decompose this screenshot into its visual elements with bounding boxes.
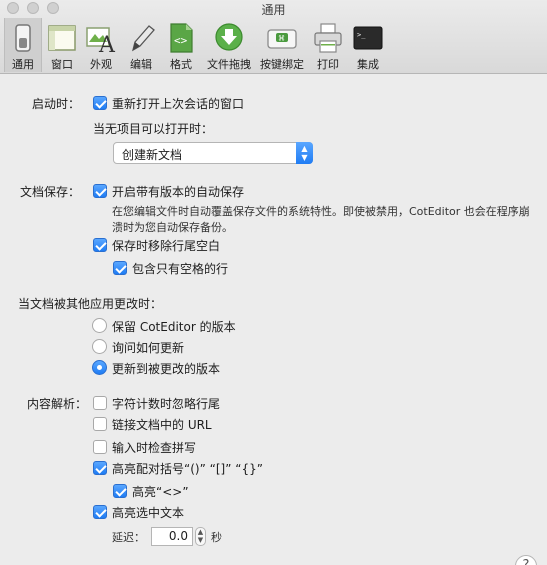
delay-input[interactable]: 0.0 xyxy=(151,527,193,546)
tab-print[interactable]: 打印 xyxy=(310,18,346,72)
terminal-icon: >_ xyxy=(353,26,383,50)
update-to-changed-version-radio[interactable] xyxy=(92,360,107,375)
tab-edit-label: 编辑 xyxy=(130,58,152,71)
ask-how-to-update-label: 询问如何更新 xyxy=(112,341,185,355)
external-change-section-label: 当文档被其他应用更改时： xyxy=(18,297,163,311)
download-arrow-icon xyxy=(215,23,243,51)
ignore-line-endings-checkbox[interactable] xyxy=(93,396,107,410)
tab-window[interactable]: 窗口 xyxy=(44,18,80,72)
link-urls-label: 链接文档中的 URL xyxy=(112,418,212,432)
window-title: 通用 xyxy=(261,3,286,17)
no-document-label: 当无项目可以打开时： xyxy=(93,122,214,136)
general-preferences-pane: 启动时： 重新打开上次会话的窗口 当无项目可以打开时： 创建新文档 ▲ ▼ 文档保… xyxy=(0,75,547,565)
update-to-changed-version-label: 更新到被更改的版本 xyxy=(112,362,221,376)
highlight-braces-label: 高亮配对括号“()” “[]” “{}” xyxy=(112,462,263,476)
window-icon xyxy=(48,25,76,51)
svg-text:>_: >_ xyxy=(357,31,366,39)
highlight-angle-brackets-label: 高亮“<>” xyxy=(132,485,189,499)
spell-check-label: 输入时检查拼写 xyxy=(112,441,197,455)
tab-key-bindings[interactable]: ⌘ 按键绑定 xyxy=(258,18,306,72)
tab-edit[interactable]: 编辑 xyxy=(122,18,160,72)
whitespace-only-lines-label: 包含只有空格的行 xyxy=(132,262,229,276)
ask-how-to-update-radio[interactable] xyxy=(92,339,107,354)
tab-appearance[interactable]: A 外观 xyxy=(82,18,120,72)
delay-unit-label: 秒 xyxy=(211,531,222,544)
tab-integration[interactable]: >_ 集成 xyxy=(348,18,388,72)
no-document-action-select[interactable]: 创建新文档 ▲ ▼ xyxy=(113,142,313,164)
keep-coteditor-version-label: 保留 CotEditor 的版本 xyxy=(112,320,236,334)
reopen-windows-checkbox[interactable] xyxy=(93,96,107,110)
tab-file-drop-label: 文件拖拽 xyxy=(207,58,251,71)
ignore-line-endings-label: 字符计数时忽略行尾 xyxy=(112,397,221,411)
tab-integration-label: 集成 xyxy=(357,58,379,71)
keep-coteditor-version-radio[interactable] xyxy=(92,318,107,333)
pencil-icon xyxy=(131,25,155,52)
svg-text:<>: <> xyxy=(174,34,188,47)
trim-trailing-whitespace-label: 保存时移除行尾空白 xyxy=(112,239,221,253)
highlight-braces-checkbox[interactable] xyxy=(93,461,107,475)
tab-window-label: 窗口 xyxy=(51,58,73,71)
help-button[interactable]: ? xyxy=(515,555,537,565)
chevron-updown-icon: ▲ ▼ xyxy=(296,142,313,164)
whitespace-only-lines-checkbox[interactable] xyxy=(113,261,127,275)
document-save-section-label: 文档保存： xyxy=(19,185,80,199)
highlight-selection-label: 高亮选中文本 xyxy=(112,506,185,520)
appearance-icon: A xyxy=(86,27,116,54)
trim-trailing-whitespace-checkbox[interactable] xyxy=(93,238,107,252)
autosave-description-line1: 在您编辑文件时自动覆盖保存文件的系统特性。即使被禁用，CotEditor 也会在… xyxy=(112,205,530,218)
svg-text:A: A xyxy=(98,33,116,54)
startup-section-label: 启动时： xyxy=(31,97,80,111)
spell-check-checkbox[interactable] xyxy=(93,440,107,454)
no-document-action-value: 创建新文档 xyxy=(122,148,183,162)
delay-stepper[interactable]: ▲ ▼ xyxy=(195,527,206,546)
link-urls-checkbox[interactable] xyxy=(93,417,107,431)
autosave-description-line2: 溃时为您自动保存备份。 xyxy=(112,221,233,234)
format-file-icon: <> xyxy=(170,23,193,53)
tab-key-bindings-label: 按键绑定 xyxy=(260,58,304,71)
tab-print-label: 打印 xyxy=(317,58,339,71)
tab-file-drop[interactable]: 文件拖拽 xyxy=(202,18,256,72)
tab-format[interactable]: <> 格式 xyxy=(162,18,200,72)
keyboard-key-icon: ⌘ xyxy=(267,29,297,49)
autosave-label: 开启带有版本的自动保存 xyxy=(112,185,245,199)
tab-appearance-label: 外观 xyxy=(90,58,112,71)
autosave-checkbox[interactable] xyxy=(93,184,107,198)
delay-label: 延迟： xyxy=(112,531,145,544)
tab-format-label: 格式 xyxy=(170,58,192,71)
highlight-selection-checkbox[interactable] xyxy=(93,505,107,519)
printer-icon xyxy=(314,23,342,53)
title-bar: 通用 通用 窗口 A 外观 编辑 <> 格式 文件拖拽 ⌘ 按键绑定 打印 >_… xyxy=(0,0,547,74)
highlight-angle-brackets-checkbox[interactable] xyxy=(113,484,127,498)
tab-general-label: 通用 xyxy=(12,58,34,71)
tab-general[interactable]: 通用 xyxy=(4,18,42,72)
content-parsing-section-label: 内容解析： xyxy=(26,397,87,411)
reopen-windows-label: 重新打开上次会话的窗口 xyxy=(112,97,245,111)
general-switch-icon xyxy=(15,24,31,52)
svg-text:⌘: ⌘ xyxy=(278,35,285,43)
